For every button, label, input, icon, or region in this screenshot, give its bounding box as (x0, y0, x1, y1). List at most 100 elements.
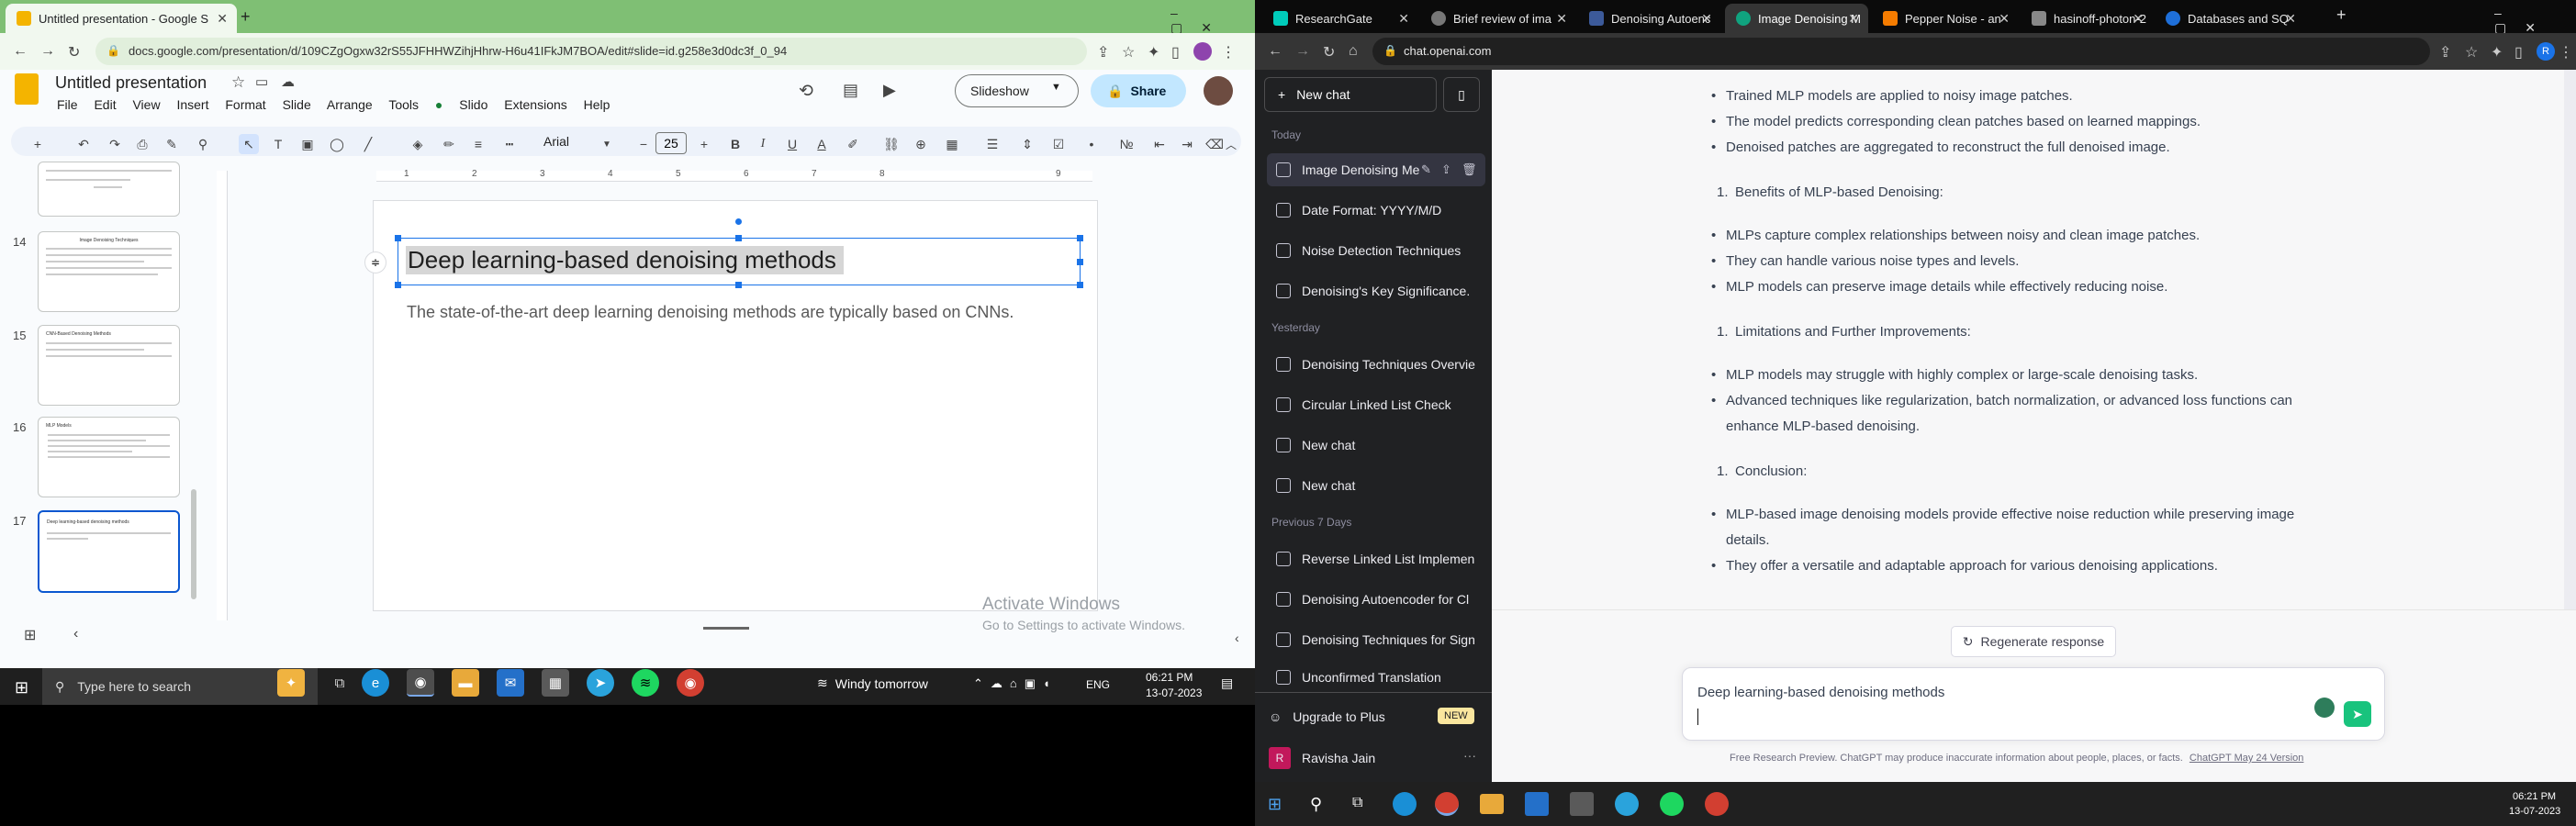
bulleted-list-icon[interactable]: • (1081, 134, 1102, 154)
chat-item[interactable]: Date Format: YYYY/M/D (1267, 194, 1487, 227)
speaker-notes-handle[interactable] (703, 627, 749, 630)
increase-font-icon[interactable]: + (694, 134, 714, 154)
user-menu[interactable]: R Ravisha Jain ··· (1269, 745, 1484, 771)
reload-icon[interactable]: ↻ (68, 43, 80, 61)
clock-date[interactable]: 13-07-2023 (2509, 806, 2560, 817)
undo-icon[interactable]: ↶ (73, 134, 94, 154)
version-history-icon[interactable]: ⟲ (799, 81, 813, 102)
close-tab-icon[interactable]: ✕ (2133, 11, 2144, 27)
chat-item[interactable]: New chat (1267, 429, 1487, 462)
close-tab-icon[interactable]: ✕ (1556, 11, 1567, 27)
close-tab-icon[interactable]: ✕ (1701, 11, 1712, 27)
share-page-icon[interactable]: ⇪ (2439, 43, 2451, 61)
print-icon[interactable]: ⎙ (132, 134, 152, 154)
taskbar-search[interactable]: ⚲ Type here to search (42, 668, 318, 705)
telegram-icon[interactable]: ➤ (587, 669, 614, 697)
window-controls[interactable]: –▢✕ (1170, 6, 1255, 36)
underline-icon[interactable]: U (782, 134, 802, 154)
grid-view-icon[interactable]: ⊞ (24, 626, 36, 644)
move-folder-icon[interactable]: ▭ (255, 73, 268, 90)
sidebar-icon[interactable]: ▯ (2514, 43, 2523, 61)
chat-item[interactable]: Reverse Linked List Implemen (1267, 542, 1487, 575)
forward-icon[interactable]: → (1295, 43, 1310, 60)
menu-arrange[interactable]: Arrange (327, 97, 373, 112)
textbox-icon[interactable]: T (268, 134, 288, 154)
menu-tools[interactable]: Tools (388, 97, 419, 112)
edge-icon[interactable] (1393, 792, 1417, 816)
home-icon[interactable]: ⌂ (1349, 43, 1358, 60)
windows-start-icon[interactable]: ⊞ (1268, 795, 1282, 814)
align-handle-icon[interactable]: ≑ (364, 251, 386, 273)
slide-body[interactable]: The state-of-the-art deep learning denoi… (407, 300, 1049, 325)
bold-icon[interactable]: B (725, 134, 745, 154)
border-dash-icon[interactable]: ┅ (499, 134, 520, 154)
close-tab-icon[interactable]: ✕ (1848, 11, 1859, 27)
tab-brief-review[interactable]: Brief review of ima ✕ (1420, 4, 1576, 33)
meet-camera-icon[interactable]: ▶ (883, 81, 896, 100)
system-tray-icons[interactable]: ⌃☁⌂▣◖ (973, 676, 1058, 691)
shape-icon[interactable]: ◯ (327, 134, 347, 154)
zoom-icon[interactable]: ⚲ (193, 134, 213, 154)
extensions-icon[interactable]: ✦ (1148, 43, 1159, 61)
slide-thumbnail-15[interactable]: CNN-Based Denoising Methods (38, 325, 180, 406)
slide-canvas[interactable]: Deep learning-based denoising methods ≑ … (364, 200, 1098, 611)
chat-item[interactable]: Denoising Techniques Overvie (1267, 348, 1487, 381)
search-highlight-icon[interactable]: ✦ (277, 669, 305, 697)
clock-time[interactable]: 06:21 PM (1146, 671, 1193, 684)
notification-icon[interactable]: ▤ (1221, 675, 1233, 691)
font-chevron-icon[interactable]: ▼ (597, 134, 617, 154)
reload-icon[interactable]: ↻ (1323, 43, 1335, 61)
chat-item[interactable]: Denoising Autoencoder for Cl (1267, 583, 1487, 616)
slide-thumbnail-13[interactable] (38, 162, 180, 217)
left-url-text[interactable]: docs.google.com/presentation/d/109CZgOgx… (129, 44, 787, 58)
edge-icon[interactable]: e (362, 669, 389, 697)
add-comment-icon[interactable]: ⊕ (911, 134, 931, 154)
browser-menu-icon[interactable]: ⋮ (2559, 43, 2573, 61)
side-panel-toggle-icon[interactable]: ‹ (1235, 631, 1239, 645)
share-chat-icon[interactable]: ⇪ (1441, 162, 1451, 177)
back-icon[interactable]: ← (1268, 43, 1282, 60)
chrome-taskbar-icon[interactable]: ◉ (407, 669, 434, 697)
tab-google-slides[interactable]: Untitled presentation - Google S ✕ (6, 4, 237, 33)
rotate-handle[interactable] (735, 218, 742, 225)
window-controls[interactable]: –▢✕ (2494, 6, 2576, 36)
chevron-down-icon[interactable]: ▼ (1051, 82, 1061, 93)
windows-start-icon[interactable]: ⊞ (15, 678, 28, 698)
profile-icon[interactable] (1193, 42, 1212, 61)
clock-date[interactable]: 13-07-2023 (1146, 686, 1202, 699)
forward-icon[interactable]: → (40, 43, 55, 60)
menu-slido[interactable]: Slido (459, 97, 487, 112)
spotify-icon[interactable]: ≋ (632, 669, 659, 697)
new-tab-icon[interactable]: + (2336, 6, 2346, 25)
title-textbox-selection[interactable]: Deep learning-based denoising methods (395, 218, 1083, 288)
chrome-taskbar-icon[interactable] (1435, 792, 1459, 816)
menu-insert[interactable]: Insert (176, 97, 208, 112)
regenerate-button[interactable]: ↻ Regenerate response (1951, 626, 2116, 657)
font-size-field[interactable]: 25 (655, 132, 687, 154)
tab-hasinoff[interactable]: hasinoff-photon-2 ✕ (2021, 4, 2153, 33)
message-input-text[interactable]: Deep learning-based denoising methods (1697, 685, 1944, 700)
chat-item[interactable]: New chat (1267, 469, 1487, 502)
spotify-icon[interactable] (1660, 792, 1684, 816)
menu-extensions[interactable]: Extensions (504, 97, 566, 112)
file-explorer-icon[interactable] (1480, 794, 1504, 814)
menu-slide[interactable]: Slide (283, 97, 311, 112)
font-select[interactable]: Arial (543, 134, 569, 149)
close-tab-icon[interactable]: ✕ (1999, 11, 2010, 27)
collapse-filmstrip-icon[interactable]: ‹ (73, 626, 78, 642)
paint-format-icon[interactable]: ✎ (162, 134, 182, 154)
filmstrip-scrollbar[interactable] (191, 489, 196, 599)
share-page-icon[interactable]: ⇪ (1097, 43, 1109, 61)
menu-view[interactable]: View (132, 97, 160, 112)
chat-scrollbar[interactable] (2564, 70, 2576, 609)
border-weight-icon[interactable]: ≡ (468, 134, 488, 154)
slide-thumbnail-16[interactable]: MLP Models (38, 417, 180, 497)
file-explorer-icon[interactable]: ▬ (452, 669, 479, 697)
chrome-profile-icon[interactable] (1705, 792, 1729, 816)
new-tab-button[interactable]: + (241, 7, 251, 27)
chat-item-active[interactable]: Image Denoising Me ✎ ⇪ 🗑 (1267, 153, 1485, 186)
line-spacing-icon[interactable]: ⇕ (1017, 134, 1037, 154)
menu-format[interactable]: Format (225, 97, 265, 112)
weather-widget[interactable]: ≋ Windy tomorrow (817, 675, 928, 691)
line-icon[interactable]: ╱ (358, 134, 378, 154)
